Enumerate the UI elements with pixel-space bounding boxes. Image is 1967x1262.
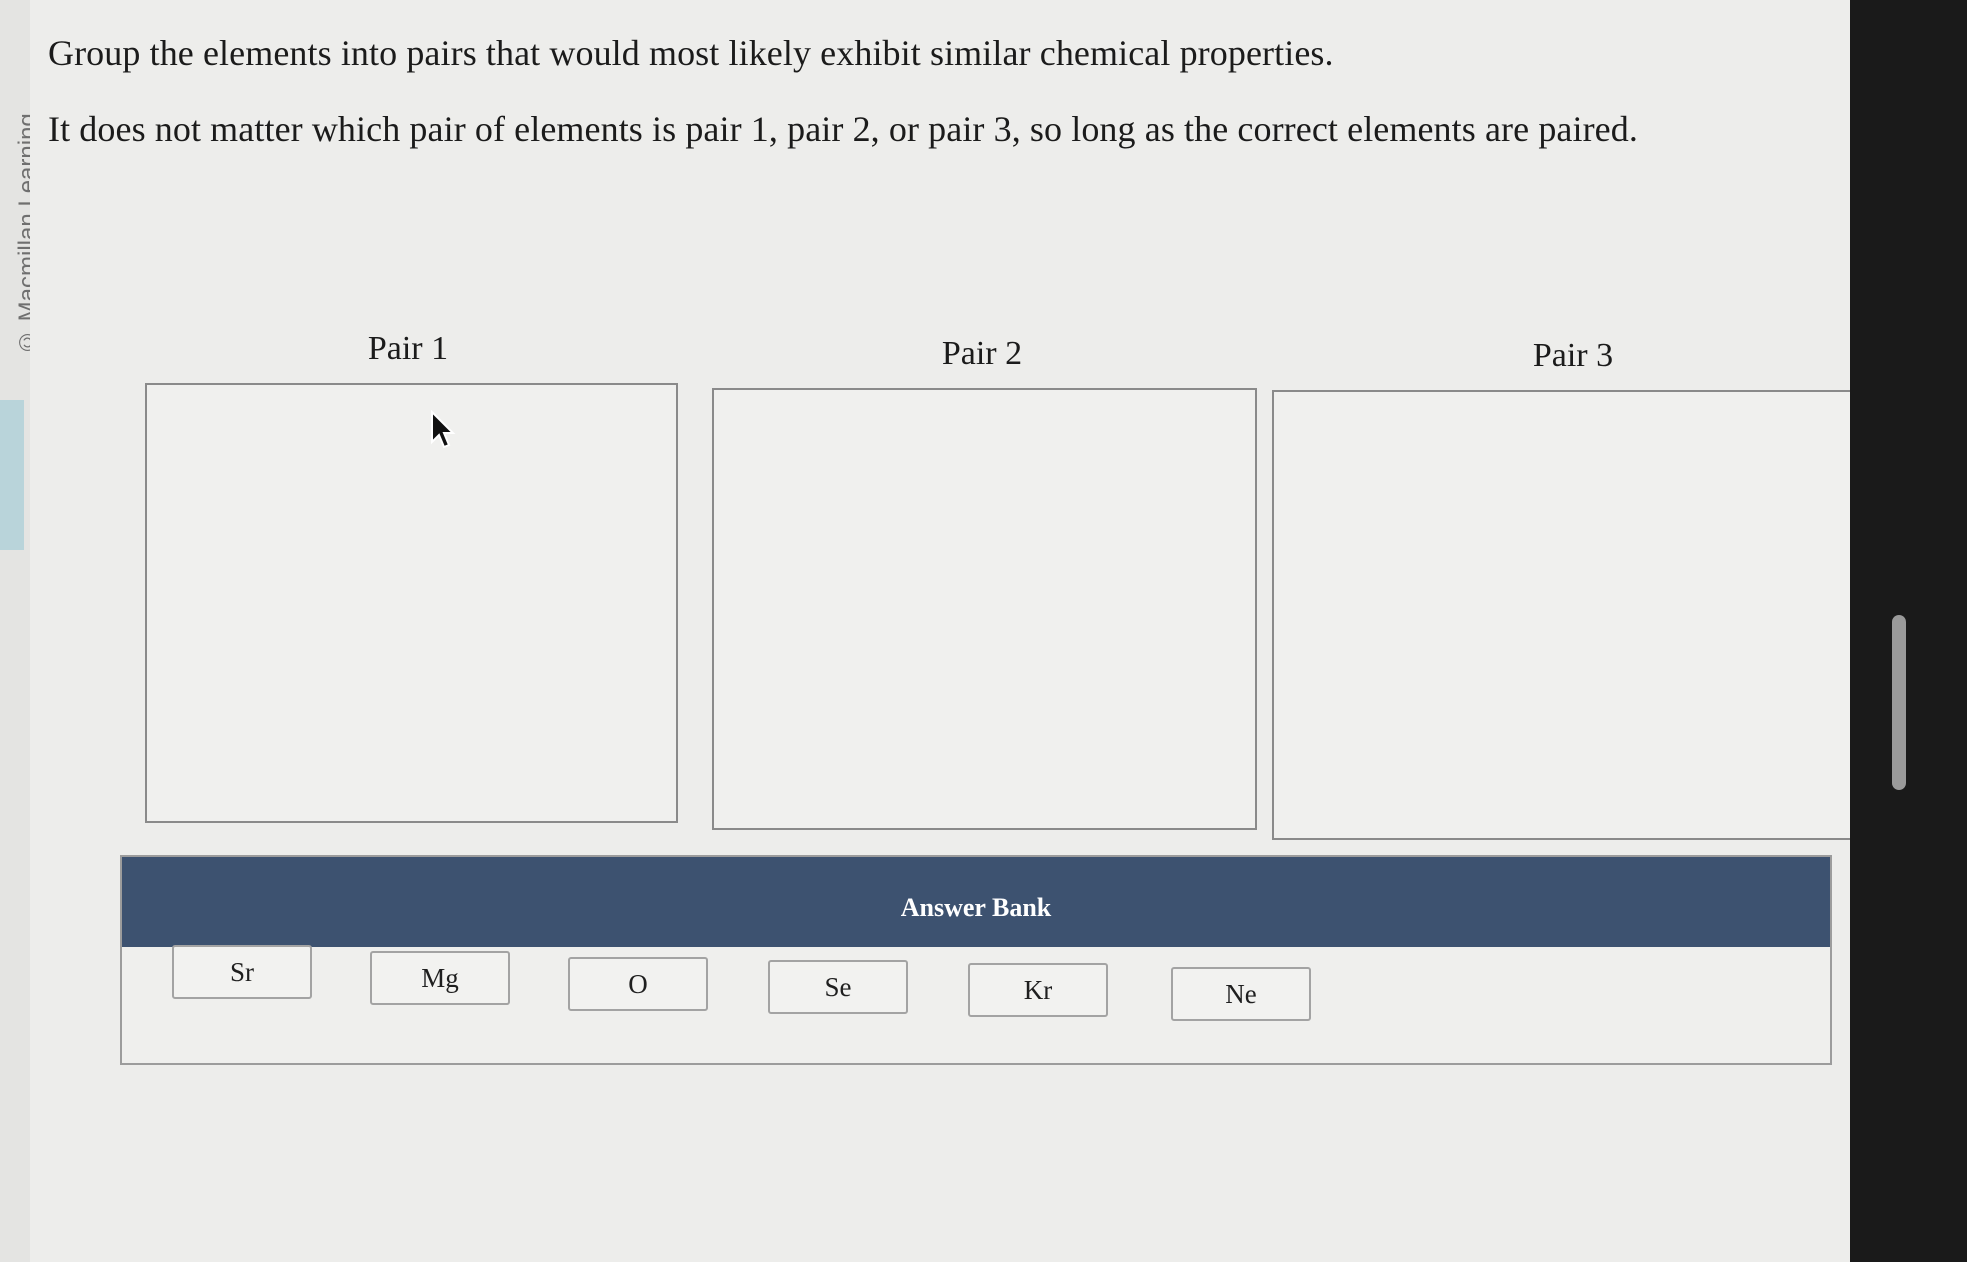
pair-3-label: Pair 3 xyxy=(1532,337,1614,374)
element-chip-ne[interactable]: Ne xyxy=(1171,967,1311,1021)
pair-2-dropzone[interactable] xyxy=(712,388,1257,830)
element-chip-mg[interactable]: Mg xyxy=(370,951,510,1005)
mouse-cursor-icon xyxy=(431,410,456,449)
left-rail-accent xyxy=(0,400,24,550)
instruction-line-2: It does not matter which pair of element… xyxy=(48,109,1638,149)
pair-1-dropzone[interactable] xyxy=(145,383,678,823)
instruction-line-1: Group the elements into pairs that would… xyxy=(48,33,1334,73)
element-chip-kr[interactable]: Kr xyxy=(968,963,1108,1017)
element-chip-o[interactable]: O xyxy=(568,957,708,1011)
scrollbar-thumb[interactable] xyxy=(1892,615,1906,790)
pair-1-label: Pair 1 xyxy=(367,330,449,367)
screen-bezel xyxy=(1850,0,1967,1262)
pair-3-dropzone[interactable] xyxy=(1272,390,1854,840)
pair-2-label: Pair 2 xyxy=(941,335,1023,372)
answer-bank-header: Answer Bank xyxy=(122,857,1830,947)
element-chip-sr[interactable]: Sr xyxy=(172,945,312,999)
element-chip-se[interactable]: Se xyxy=(768,960,908,1014)
